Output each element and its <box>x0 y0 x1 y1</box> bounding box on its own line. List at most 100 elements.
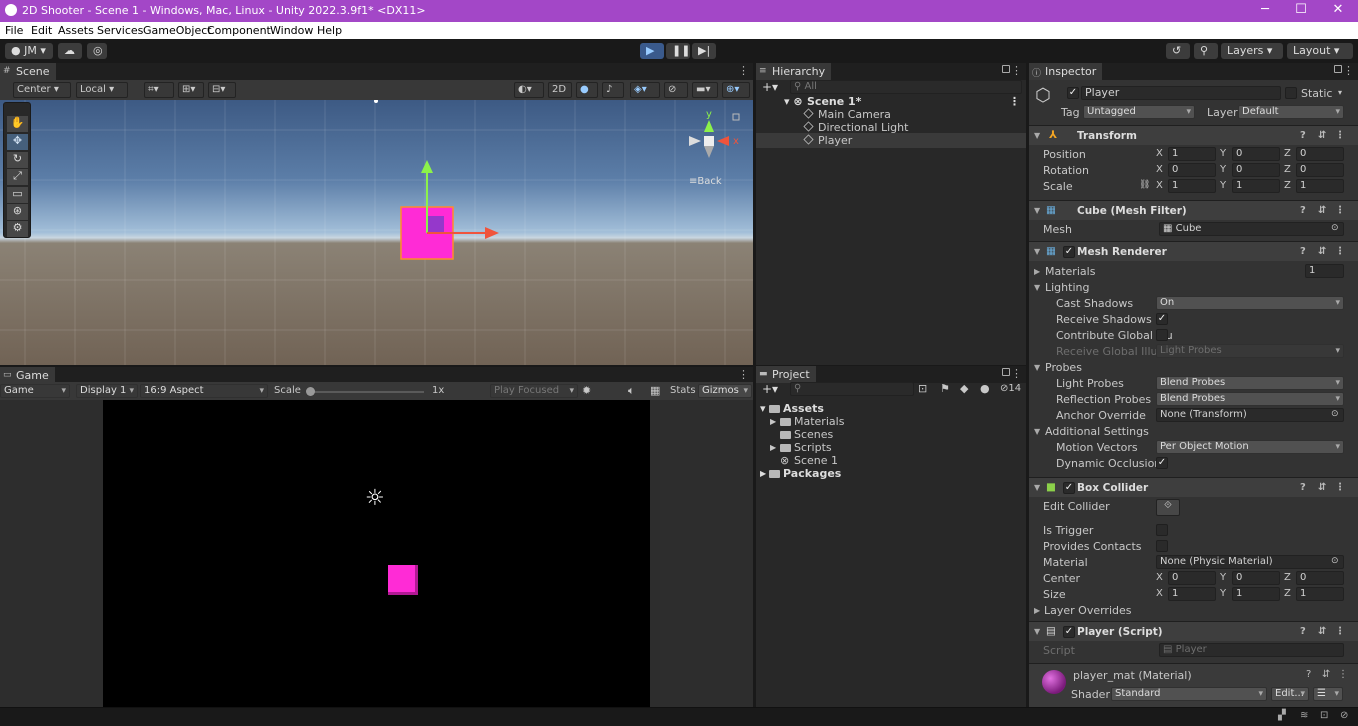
transform-header[interactable]: ▼ ⅄ Transform? ⇵ ⋮ <box>1029 125 1358 145</box>
expand-arrow-icon[interactable]: ▶ <box>760 469 766 478</box>
static-dropdown-arrow[interactable]: ▾ <box>1338 88 1342 97</box>
mesh-renderer-enabled-checkbox[interactable]: ✓ <box>1063 246 1075 258</box>
scale-tool-icon[interactable]: ⤢ <box>7 169 28 185</box>
label-icon[interactable]: ◆ <box>960 382 968 395</box>
shader-options-icon[interactable]: ☰ <box>1313 687 1343 701</box>
hierarchy-lock-icon[interactable] <box>1002 65 1010 73</box>
custom-tool-icon[interactable]: ⚙ <box>7 221 28 237</box>
scale-x-field[interactable]: 1 <box>1168 179 1216 193</box>
scale-slider-thumb[interactable] <box>306 387 315 396</box>
stats-button[interactable]: Stats <box>670 385 696 396</box>
probes-row[interactable]: ▼ Probes <box>1029 360 1358 375</box>
collapse-arrow-icon[interactable]: ▼ <box>1034 247 1040 256</box>
position-x-field[interactable]: 1 <box>1168 147 1216 161</box>
help-icon[interactable]: ? <box>1300 246 1306 257</box>
anchor-override-field[interactable]: None (Transform) <box>1156 408 1344 422</box>
center-z-field[interactable]: 0 <box>1296 571 1344 585</box>
play-focus-dropdown[interactable]: Play Focused <box>490 384 578 398</box>
expand-arrow-icon[interactable]: ▶ <box>770 417 776 426</box>
shader-edit-button[interactable]: Edit... <box>1271 687 1309 701</box>
layer-overrides-row[interactable]: ▶ Layer Overrides <box>1029 603 1358 618</box>
scene-mode-icon[interactable]: ⊡ <box>1320 710 1328 721</box>
orientation-gizmo[interactable] <box>689 120 729 158</box>
project-menu-icon[interactable]: ⋮ <box>1011 367 1022 380</box>
menu-window[interactable]: Window <box>270 24 313 37</box>
inspector-lock-icon[interactable] <box>1334 65 1342 73</box>
scale-z-field[interactable]: 1 <box>1296 179 1344 193</box>
preset-icon[interactable]: ⇵ <box>1318 482 1326 493</box>
aspect-dropdown[interactable]: 16:9 Aspect <box>140 384 268 398</box>
materials-row[interactable]: ▶ Materials 1 <box>1029 264 1358 279</box>
rotation-x-field[interactable]: 0 <box>1168 163 1216 177</box>
contribute-gi-checkbox[interactable] <box>1156 329 1168 341</box>
hierarchy-menu-icon[interactable]: ⋮ <box>1011 64 1022 77</box>
back-button[interactable]: ≡Back <box>689 176 722 187</box>
size-y-field[interactable]: 1 <box>1232 587 1280 601</box>
static-checkbox[interactable] <box>1285 87 1297 99</box>
component-menu-icon[interactable]: ⋮ <box>1335 246 1345 257</box>
rotation-y-field[interactable]: 0 <box>1232 163 1280 177</box>
reflection-probes-dropdown[interactable]: Blend Probes <box>1156 392 1344 406</box>
size-z-field[interactable]: 1 <box>1296 587 1344 601</box>
expand-arrow-icon[interactable]: ▶ <box>1034 606 1040 615</box>
project-search-input[interactable]: ⚲ <box>790 382 914 396</box>
menu-assets[interactable]: Assets <box>58 24 94 37</box>
menu-edit[interactable]: Edit <box>31 24 52 37</box>
light-probes-dropdown[interactable]: Blend Probes <box>1156 376 1344 390</box>
object-picker-icon[interactable]: ⊙ <box>1331 223 1339 233</box>
snap-increment-button[interactable]: ⊞▾ <box>178 82 204 98</box>
component-menu-icon[interactable]: ⋮ <box>1335 130 1345 141</box>
history-icon[interactable]: ↺ <box>1166 43 1190 59</box>
move-plane-handle[interactable] <box>427 216 444 233</box>
visibility-icon[interactable]: ⊘ <box>664 82 688 98</box>
collab-icon[interactable]: ◎ <box>87 43 107 59</box>
audio-icon[interactable]: 🔈︎ <box>628 384 635 398</box>
receive-shadows-checkbox[interactable]: ✓ <box>1156 313 1168 325</box>
layer-dropdown[interactable]: Default <box>1238 105 1344 119</box>
collapse-arrow-icon[interactable]: ▼ <box>1034 206 1040 215</box>
dynamic-occlusion-checkbox[interactable]: ✓ <box>1156 457 1168 469</box>
rotation-z-field[interactable]: 0 <box>1296 163 1344 177</box>
gizmos-dropdown[interactable]: Gizmos <box>698 384 752 398</box>
additional-settings-row[interactable]: ▼ Additional Settings <box>1029 424 1358 439</box>
preset-icon[interactable]: ⇵ <box>1318 205 1326 216</box>
layers-dropdown[interactable]: Layers ▾ <box>1221 43 1283 59</box>
search-by-type-icon[interactable]: ⊡ <box>918 382 927 395</box>
hierarchy-item-selected[interactable]: Player <box>756 133 1026 148</box>
transform-tool-icon[interactable]: ⊛ <box>7 204 28 220</box>
preset-icon[interactable]: ⇵ <box>1322 669 1330 680</box>
camera-button[interactable]: ▬▾ <box>692 82 718 98</box>
hand-tool-icon[interactable]: ✋ <box>7 116 28 132</box>
object-picker-icon[interactable]: ⊙ <box>1331 556 1339 566</box>
hierarchy-search-input[interactable]: ⚲ All <box>790 80 1022 94</box>
mesh-field[interactable]: ▦ Cube <box>1159 222 1344 236</box>
materials-count-field[interactable]: 1 <box>1305 264 1344 278</box>
move-tool-icon[interactable]: ✥ <box>7 134 28 150</box>
lighting-toggle-icon[interactable]: ● <box>576 82 598 98</box>
play-button[interactable]: ▶ <box>640 43 664 59</box>
debug-mode-icon[interactable]: ⊘ <box>1340 710 1348 721</box>
maximize-button[interactable]: ☐ <box>1286 2 1316 17</box>
script-enabled-checkbox[interactable]: ✓ <box>1063 626 1075 638</box>
tab-project[interactable]: ▬ Project <box>756 366 816 383</box>
help-icon[interactable]: ? <box>1306 669 1311 680</box>
scale-slider[interactable] <box>308 391 424 393</box>
layout-dropdown[interactable]: Layout ▾ <box>1287 43 1353 59</box>
is-trigger-checkbox[interactable] <box>1156 524 1168 536</box>
object-picker-icon[interactable]: ⊙ <box>1331 409 1339 419</box>
rect-tool-icon[interactable]: ▭ <box>7 187 28 203</box>
cloud-icon[interactable]: ☁ <box>58 43 82 59</box>
step-button[interactable]: ▶| <box>692 43 716 59</box>
shader-dropdown[interactable]: Standard <box>1111 687 1267 701</box>
expand-arrow-icon[interactable]: ▶ <box>1034 267 1040 276</box>
cast-shadows-dropdown[interactable]: On <box>1156 296 1344 310</box>
menu-component[interactable]: Component <box>207 24 271 37</box>
create-button[interactable]: +▾ <box>762 80 778 94</box>
collapse-arrow-icon[interactable]: ▼ <box>1034 483 1040 492</box>
motion-vectors-dropdown[interactable]: Per Object Motion <box>1156 440 1344 454</box>
active-checkbox[interactable]: ✓ <box>1067 87 1079 99</box>
center-x-field[interactable]: 0 <box>1168 571 1216 585</box>
collapse-arrow-icon[interactable]: ▼ <box>1034 131 1040 140</box>
mode-2d-button[interactable]: 2D <box>548 82 572 98</box>
help-icon[interactable]: ? <box>1300 205 1306 216</box>
